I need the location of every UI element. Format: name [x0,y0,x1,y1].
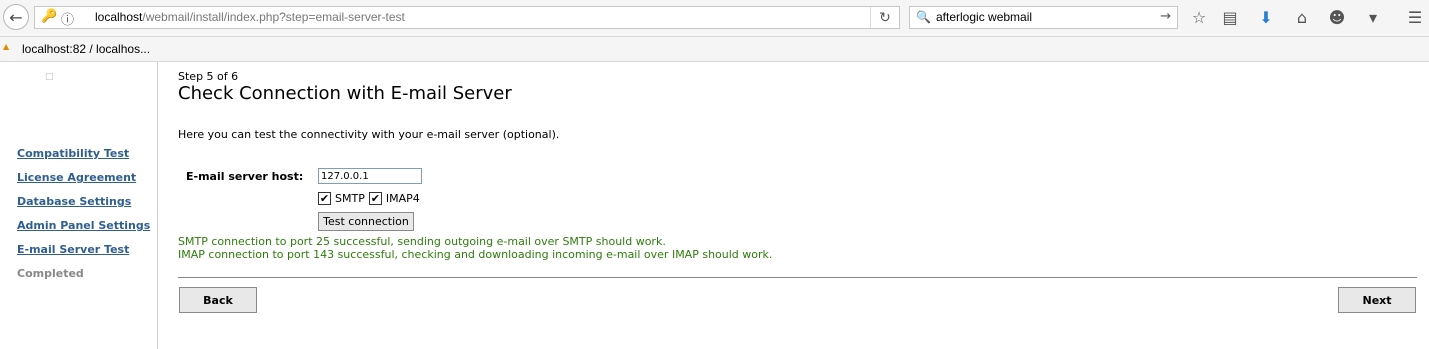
test-connection-button[interactable]: Test connection [318,212,414,231]
back-arrow-icon[interactable]: ← [3,4,29,30]
smtp-result-message: SMTP connection to port 25 successful, s… [178,235,666,248]
sidebar-item-email-server-test[interactable]: E-mail Server Test [17,243,129,256]
download-icon[interactable]: ⬇ [1256,8,1276,27]
menu-icon[interactable]: ☰ [1405,8,1425,27]
url-text: localhost/webmail/install/index.php?step… [95,10,405,24]
address-bar[interactable]: 🔑 ⓘ localhost/webmail/install/index.php?… [34,6,900,29]
imap-result-message: IMAP connection to port 143 successful, … [178,248,773,261]
phpmyadmin-icon: ▲ [3,42,10,51]
bookmarks-bar: ▲ localhost:82 / localhos... [0,37,1429,62]
home-icon[interactable]: ⌂ [1292,8,1312,27]
smtp-checkbox[interactable]: ✔ [318,191,331,205]
sidebar-item-completed: Completed [17,267,84,280]
logo-icon: □ [45,72,54,82]
reading-list-icon[interactable]: ▤ [1220,8,1240,27]
step-indicator: Step 5 of 6 [178,70,239,83]
search-icon: 🔍 [916,10,931,24]
email-server-host-input[interactable] [318,168,422,184]
imap-checkbox[interactable]: ✔ [368,191,382,205]
pocket-icon[interactable]: ▾ [1363,8,1383,27]
sidebar-item-admin-panel-settings[interactable]: Admin Panel Settings [17,219,150,232]
sidebar-item-license-agreement[interactable]: License Agreement [17,171,136,184]
search-go-icon[interactable]: → [1160,9,1171,24]
smtp-label: SMTP [335,191,365,205]
sidebar-item-database-settings[interactable]: Database Settings [17,195,131,208]
intro-text: Here you can test the connectivity with … [178,128,560,141]
browser-toolbar: ← 🔑 ⓘ localhost/webmail/install/index.ph… [0,0,1429,37]
smiley-icon[interactable]: ☻ [1327,8,1347,27]
back-button[interactable]: Back [179,287,257,313]
page-title: Check Connection with E-mail Server [178,83,512,104]
imap-label: IMAP4 [385,191,420,205]
search-bar[interactable]: 🔍 afterlogic webmail → [909,6,1178,29]
info-icon[interactable]: ⓘ [61,9,74,28]
key-icon[interactable]: 🔑 [41,9,57,24]
sidebar: □ Compatibility Test License Agreement D… [0,62,158,349]
reload-icon[interactable]: ↻ [870,7,899,28]
protocol-checkboxes: ✔ SMTP ✔ IMAP4 [318,190,424,206]
search-text: afterlogic webmail [936,10,1033,24]
bookmark-item[interactable]: localhost:82 / localhos... [22,42,150,56]
bookmark-star-icon[interactable]: ☆ [1189,8,1209,27]
divider [178,277,1417,278]
sidebar-item-compatibility-test[interactable]: Compatibility Test [17,147,129,160]
host-label: E-mail server host: [186,170,304,183]
next-button[interactable]: Next [1338,287,1416,313]
